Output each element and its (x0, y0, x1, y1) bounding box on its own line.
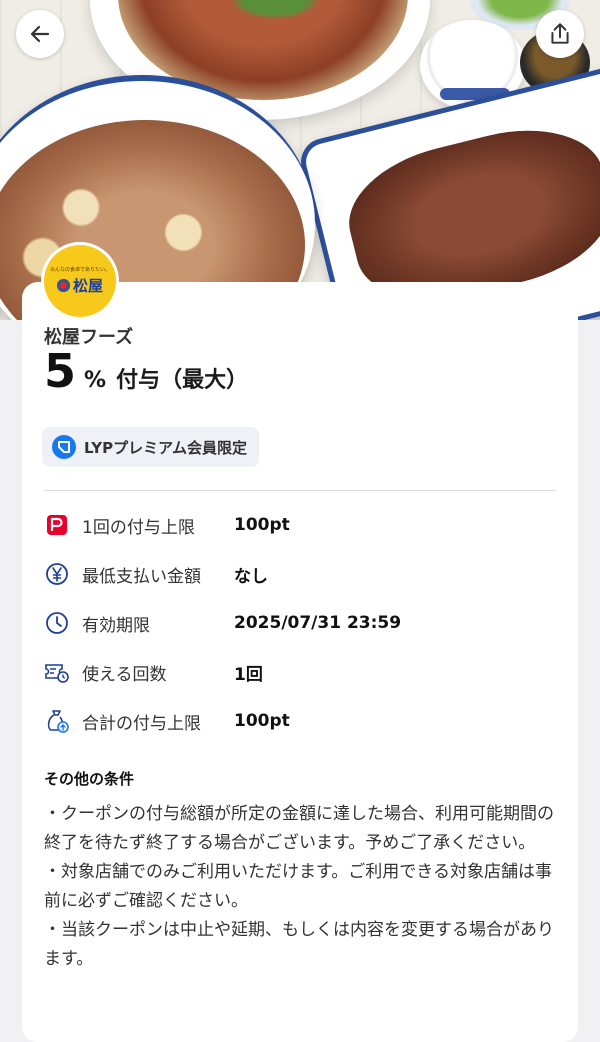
detail-row-total-limit: 合計の付与上限 100pt (44, 706, 556, 736)
reward-rate-unit: % (84, 368, 107, 393)
conditions-heading: その他の条件 (44, 770, 135, 788)
arrow-left-icon (30, 25, 50, 43)
detail-row-min-payment: 最低支払い金額 なし (44, 559, 556, 589)
reward-rate-number: 5 (44, 344, 77, 398)
detail-value: 100pt (234, 711, 290, 731)
paypay-icon (44, 512, 70, 538)
detail-value: 100pt (234, 515, 290, 535)
lyp-premium-icon (52, 435, 76, 459)
back-button[interactable] (16, 10, 64, 58)
logo-row: 松屋 (56, 275, 103, 296)
detail-value: なし (234, 566, 268, 587)
detail-label: 有効期限 (82, 615, 150, 636)
money-bag-icon (44, 708, 70, 734)
detail-label: 合計の付与上限 (82, 713, 201, 734)
detail-label: 使える回数 (82, 664, 167, 685)
detail-row-usage-count: 使える回数 1回 (44, 657, 556, 687)
detail-row-max-per-use: 1回の付与上限 100pt (44, 510, 556, 540)
detail-label: 1回の付与上限 (82, 517, 195, 538)
logo-text: 松屋 (72, 277, 103, 295)
clock-icon (44, 610, 70, 636)
reward-rate-label: 付与（最大） (116, 368, 249, 393)
divider (44, 490, 556, 491)
condition-item: ・対象店舗でのみご利用いただけます。ご利用できる対象店舗は事前に必ずご確認くださ… (44, 862, 552, 911)
detail-label: 最低支払い金額 (82, 566, 201, 587)
yen-icon (44, 561, 70, 587)
reward-rate: 5 % 付与（最大） (44, 348, 248, 394)
detail-value: 1回 (234, 664, 263, 685)
detail-value: 2025/07/31 23:59 (234, 613, 402, 633)
conditions-list: ・クーポンの付与総額が所定の金額に達した場合、利用可能期間の終了を待たず終了する… (44, 800, 564, 974)
share-button[interactable] (536, 10, 584, 58)
condition-item: ・クーポンの付与総額が所定の金額に達した場合、利用可能期間の終了を待たず終了する… (44, 804, 554, 853)
condition-item: ・当該クーポンは中止や延期、もしくは内容を変更する場合があります。 (44, 920, 554, 969)
logo-tagline: みんなの食卓でありたい。 (50, 267, 110, 273)
lyp-premium-label: LYPプレミアム会員限定 (84, 438, 248, 457)
lyp-premium-badge: LYPプレミアム会員限定 (42, 427, 260, 467)
store-logo: みんなの食卓でありたい。 松屋 (44, 245, 116, 317)
share-upload-icon (551, 23, 569, 44)
detail-row-expiry: 有効期限 2025/07/31 23:59 (44, 608, 556, 638)
ticket-clock-icon (44, 659, 70, 685)
logo-mark-icon (56, 279, 70, 292)
